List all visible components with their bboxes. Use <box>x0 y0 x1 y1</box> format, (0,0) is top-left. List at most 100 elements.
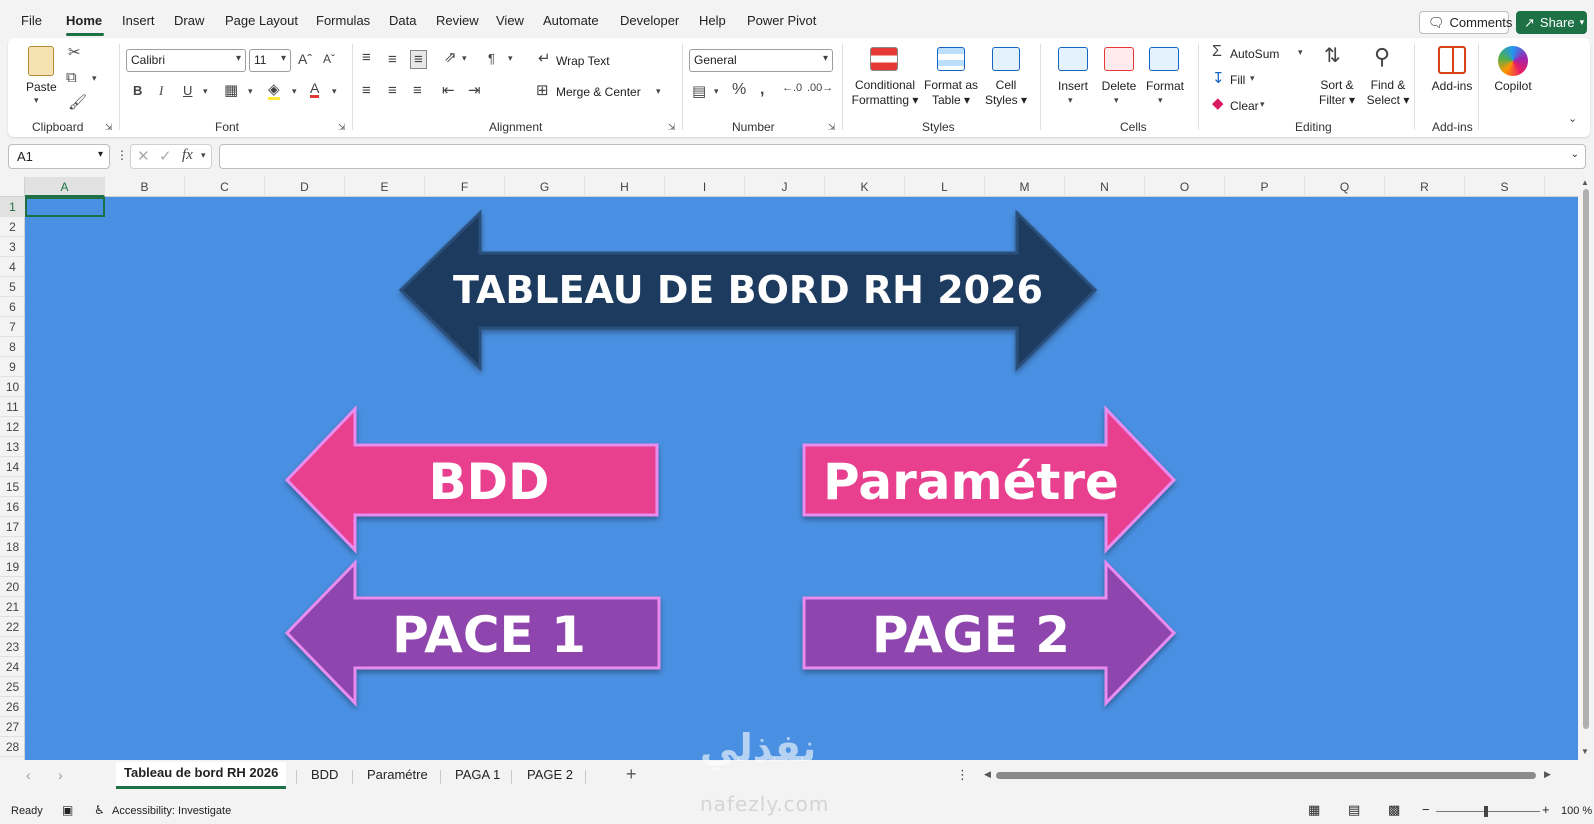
column-header-a[interactable]: A <box>25 177 105 197</box>
format-as-table-button[interactable]: Format as Table ▾ <box>918 78 984 108</box>
menu-file[interactable]: File <box>21 13 42 28</box>
chevron-down-icon[interactable]: ▾ <box>203 87 208 96</box>
dialog-launcher-icon[interactable]: ⇲ <box>828 122 836 133</box>
chevron-down-icon[interactable]: ▾ <box>332 87 337 96</box>
horizontal-scroll-thumb[interactable] <box>996 772 1536 779</box>
page-break-view-icon[interactable]: ▩ <box>1388 802 1400 818</box>
accounting-format-icon[interactable]: ▤ <box>692 84 706 99</box>
cell-styles-icon[interactable] <box>992 47 1020 71</box>
row-header-27[interactable]: 27 <box>0 717 25 737</box>
column-header-g[interactable]: G <box>505 177 585 197</box>
sheet-tab-dashboard[interactable]: Tableau de bord RH 2026 <box>116 762 287 789</box>
row-header-22[interactable]: 22 <box>0 617 25 637</box>
row-header-6[interactable]: 6 <box>0 297 25 317</box>
column-header-m[interactable]: M <box>985 177 1065 197</box>
merge-center-icon[interactable]: ⊞ <box>536 83 549 98</box>
chevron-down-icon[interactable]: ▾ <box>201 151 206 160</box>
column-header-l[interactable]: L <box>905 177 985 197</box>
chevron-down-icon[interactable]: ▾ <box>248 87 253 96</box>
zoom-out-icon[interactable]: − <box>1422 802 1430 817</box>
scroll-tabs-left-icon[interactable]: ‹ <box>26 768 31 782</box>
menu-view[interactable]: View <box>496 13 524 28</box>
row-header-15[interactable]: 15 <box>0 477 25 497</box>
row-header-2[interactable]: 2 <box>0 217 25 237</box>
find-select-button[interactable]: Find & Select ▾ <box>1362 78 1414 108</box>
share-button[interactable]: ↗ Share ▾ <box>1516 11 1587 34</box>
accessibility-status[interactable]: Accessibility: Investigate <box>112 805 231 817</box>
sheet-tab-page2[interactable]: PAGE 2 <box>527 767 573 782</box>
format-cells-icon[interactable] <box>1149 47 1179 71</box>
font-name-select[interactable]: Calibri ▾ <box>126 49 246 72</box>
row-header-9[interactable]: 9 <box>0 357 25 377</box>
clear-button[interactable]: Clear <box>1230 99 1259 113</box>
wrap-text-icon[interactable]: ↵ <box>538 51 551 66</box>
format-painter-icon[interactable]: 🖌 <box>68 95 87 110</box>
align-right-icon[interactable]: ≡ <box>413 83 422 98</box>
font-size-select[interactable]: 11 ▾ <box>249 49 291 72</box>
eraser-icon[interactable]: ◆ <box>1212 96 1224 111</box>
row-header-8[interactable]: 8 <box>0 337 25 357</box>
menu-insert[interactable]: Insert <box>122 13 155 28</box>
scroll-right-icon[interactable]: ▶ <box>1544 769 1551 780</box>
zoom-in-icon[interactable]: + <box>1542 802 1550 817</box>
increase-indent-icon[interactable]: ⇥ <box>468 83 481 98</box>
paste-label[interactable]: Paste <box>26 80 57 94</box>
sort-filter-icon[interactable]: ⇅ <box>1324 46 1341 66</box>
decrease-indent-icon[interactable]: ⇤ <box>442 83 455 98</box>
chevron-down-icon[interactable]: ▾ <box>656 87 661 96</box>
column-header-s[interactable]: S <box>1465 177 1545 197</box>
normal-view-icon[interactable]: ▦ <box>1308 802 1320 818</box>
borders-icon[interactable]: ▦ <box>224 83 238 98</box>
fill-color-icon[interactable]: ◈ <box>268 82 280 100</box>
decrease-font-icon[interactable]: Aˇ <box>323 53 335 65</box>
chevron-down-icon[interactable]: ▾ <box>1250 74 1255 83</box>
row-header-11[interactable]: 11 <box>0 397 25 417</box>
addins-icon[interactable] <box>1438 46 1466 74</box>
column-header-k[interactable]: K <box>825 177 905 197</box>
row-header-13[interactable]: 13 <box>0 437 25 457</box>
add-sheet-icon[interactable]: + <box>626 765 637 783</box>
dialog-launcher-icon[interactable]: ⇲ <box>338 122 346 133</box>
row-header-5[interactable]: 5 <box>0 277 25 297</box>
sort-filter-button[interactable]: Sort & Filter ▾ <box>1314 78 1360 108</box>
increase-font-icon[interactable]: Aˆ <box>298 52 312 66</box>
underline-button[interactable]: U <box>183 84 192 97</box>
copilot-button[interactable]: Copilot <box>1488 79 1538 93</box>
formula-input[interactable]: ⌄ <box>219 144 1586 169</box>
fill-button[interactable]: Fill <box>1230 73 1245 87</box>
addins-button[interactable]: Add-ins <box>1424 79 1480 93</box>
row-header-14[interactable]: 14 <box>0 457 25 477</box>
vertical-scrollbar[interactable]: ▲ ▼ <box>1578 177 1594 760</box>
column-header-j[interactable]: J <box>745 177 825 197</box>
column-header-c[interactable]: C <box>185 177 265 197</box>
horizontal-scrollbar[interactable]: ◀ ▶ <box>984 769 1551 781</box>
column-header-i[interactable]: I <box>665 177 745 197</box>
more-options-icon[interactable]: ⋮ <box>116 149 128 161</box>
autosum-button[interactable]: AutoSum <box>1230 47 1279 61</box>
cut-icon[interactable]: ✂ <box>68 45 81 60</box>
chevron-down-icon[interactable]: ▾ <box>34 96 39 105</box>
row-header-19[interactable]: 19 <box>0 557 25 577</box>
menu-page-layout[interactable]: Page Layout <box>225 13 298 28</box>
row-header-7[interactable]: 7 <box>0 317 25 337</box>
dialog-launcher-icon[interactable]: ⇲ <box>105 122 113 133</box>
chevron-down-icon[interactable]: ⌄ <box>1571 149 1579 160</box>
conditional-formatting-icon[interactable] <box>870 47 898 71</box>
cell-styles-button[interactable]: Cell Styles ▾ <box>980 78 1032 108</box>
row-header-26[interactable]: 26 <box>0 697 25 717</box>
column-header-e[interactable]: E <box>345 177 425 197</box>
column-header-n[interactable]: N <box>1065 177 1145 197</box>
scroll-down-icon[interactable]: ▼ <box>1581 747 1589 756</box>
align-center-icon[interactable]: ≡ <box>388 83 397 98</box>
collapse-ribbon-icon[interactable]: ⌄ <box>1568 114 1577 125</box>
insert-cells-button[interactable]: Insert <box>1051 79 1095 93</box>
copy-icon[interactable]: ⧉ <box>66 70 77 85</box>
chevron-down-icon[interactable]: ▾ <box>1158 96 1163 105</box>
column-header-f[interactable]: F <box>425 177 505 197</box>
macro-record-icon[interactable]: ▣ <box>62 803 73 817</box>
increase-decimal-icon[interactable]: ←.0 <box>782 83 802 94</box>
column-header-r[interactable]: R <box>1385 177 1465 197</box>
autosum-icon[interactable]: Σ <box>1212 44 1222 60</box>
row-header-3[interactable]: 3 <box>0 237 25 257</box>
menu-data[interactable]: Data <box>389 13 416 28</box>
